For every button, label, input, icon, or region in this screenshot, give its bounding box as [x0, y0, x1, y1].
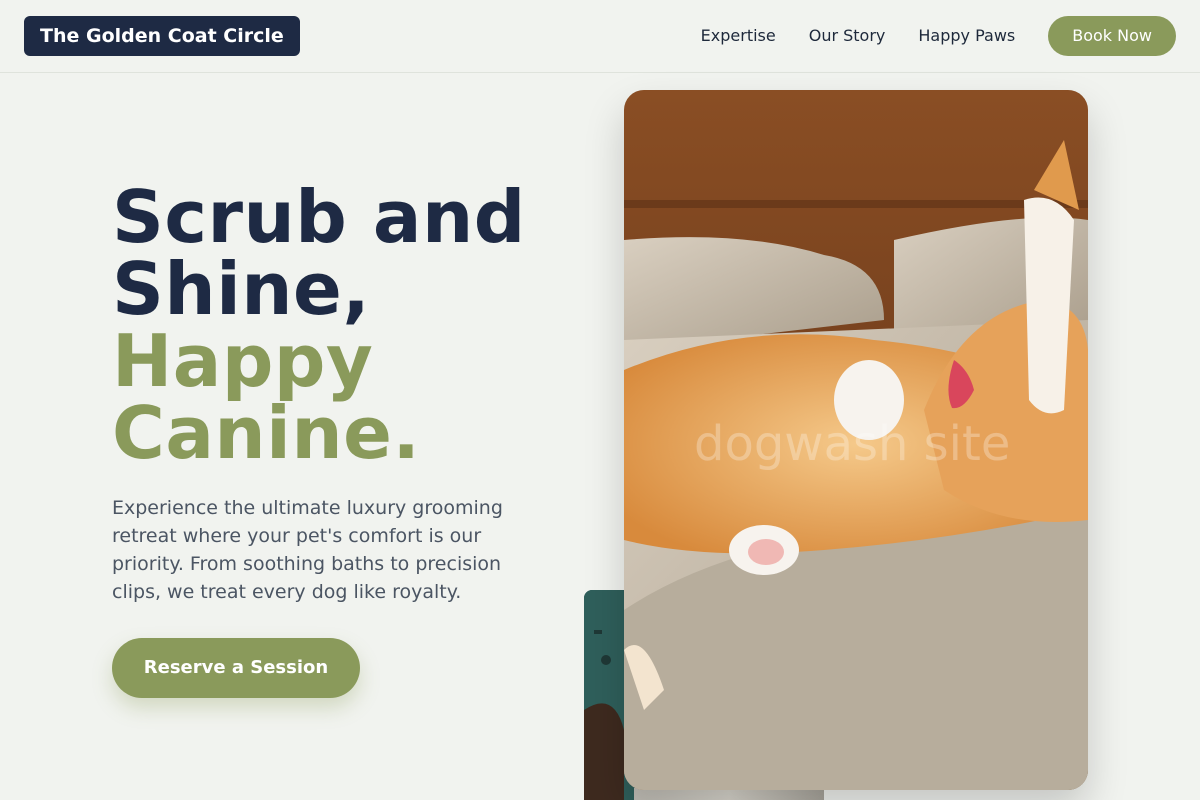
book-now-button[interactable]: Book Now [1048, 16, 1176, 56]
site-header: The Golden Coat Circle Expertise Our Sto… [0, 0, 1200, 73]
photo-watermark: dogwash site [694, 416, 1011, 472]
nav-link-happy-paws[interactable]: Happy Paws [918, 16, 1015, 56]
hero-title-line-1: Scrub and [112, 175, 526, 259]
main-nav: Expertise Our Story Happy Paws Book Now [701, 16, 1176, 56]
hero-title: Scrub and Shine, Happy Canine. [112, 181, 582, 469]
reserve-session-button[interactable]: Reserve a Session [112, 638, 360, 698]
hero-title-line-4: Canine. [112, 391, 421, 475]
hero-title-line-2: Shine, [112, 247, 371, 331]
nav-link-expertise[interactable]: Expertise [701, 16, 776, 56]
hero-title-line-3: Happy [112, 319, 374, 403]
cat-photo: dogwash site [624, 90, 1088, 790]
nav-link-our-story[interactable]: Our Story [809, 16, 886, 56]
logo[interactable]: The Golden Coat Circle [24, 16, 300, 56]
hero-description: Experience the ultimate luxury grooming … [112, 497, 503, 603]
